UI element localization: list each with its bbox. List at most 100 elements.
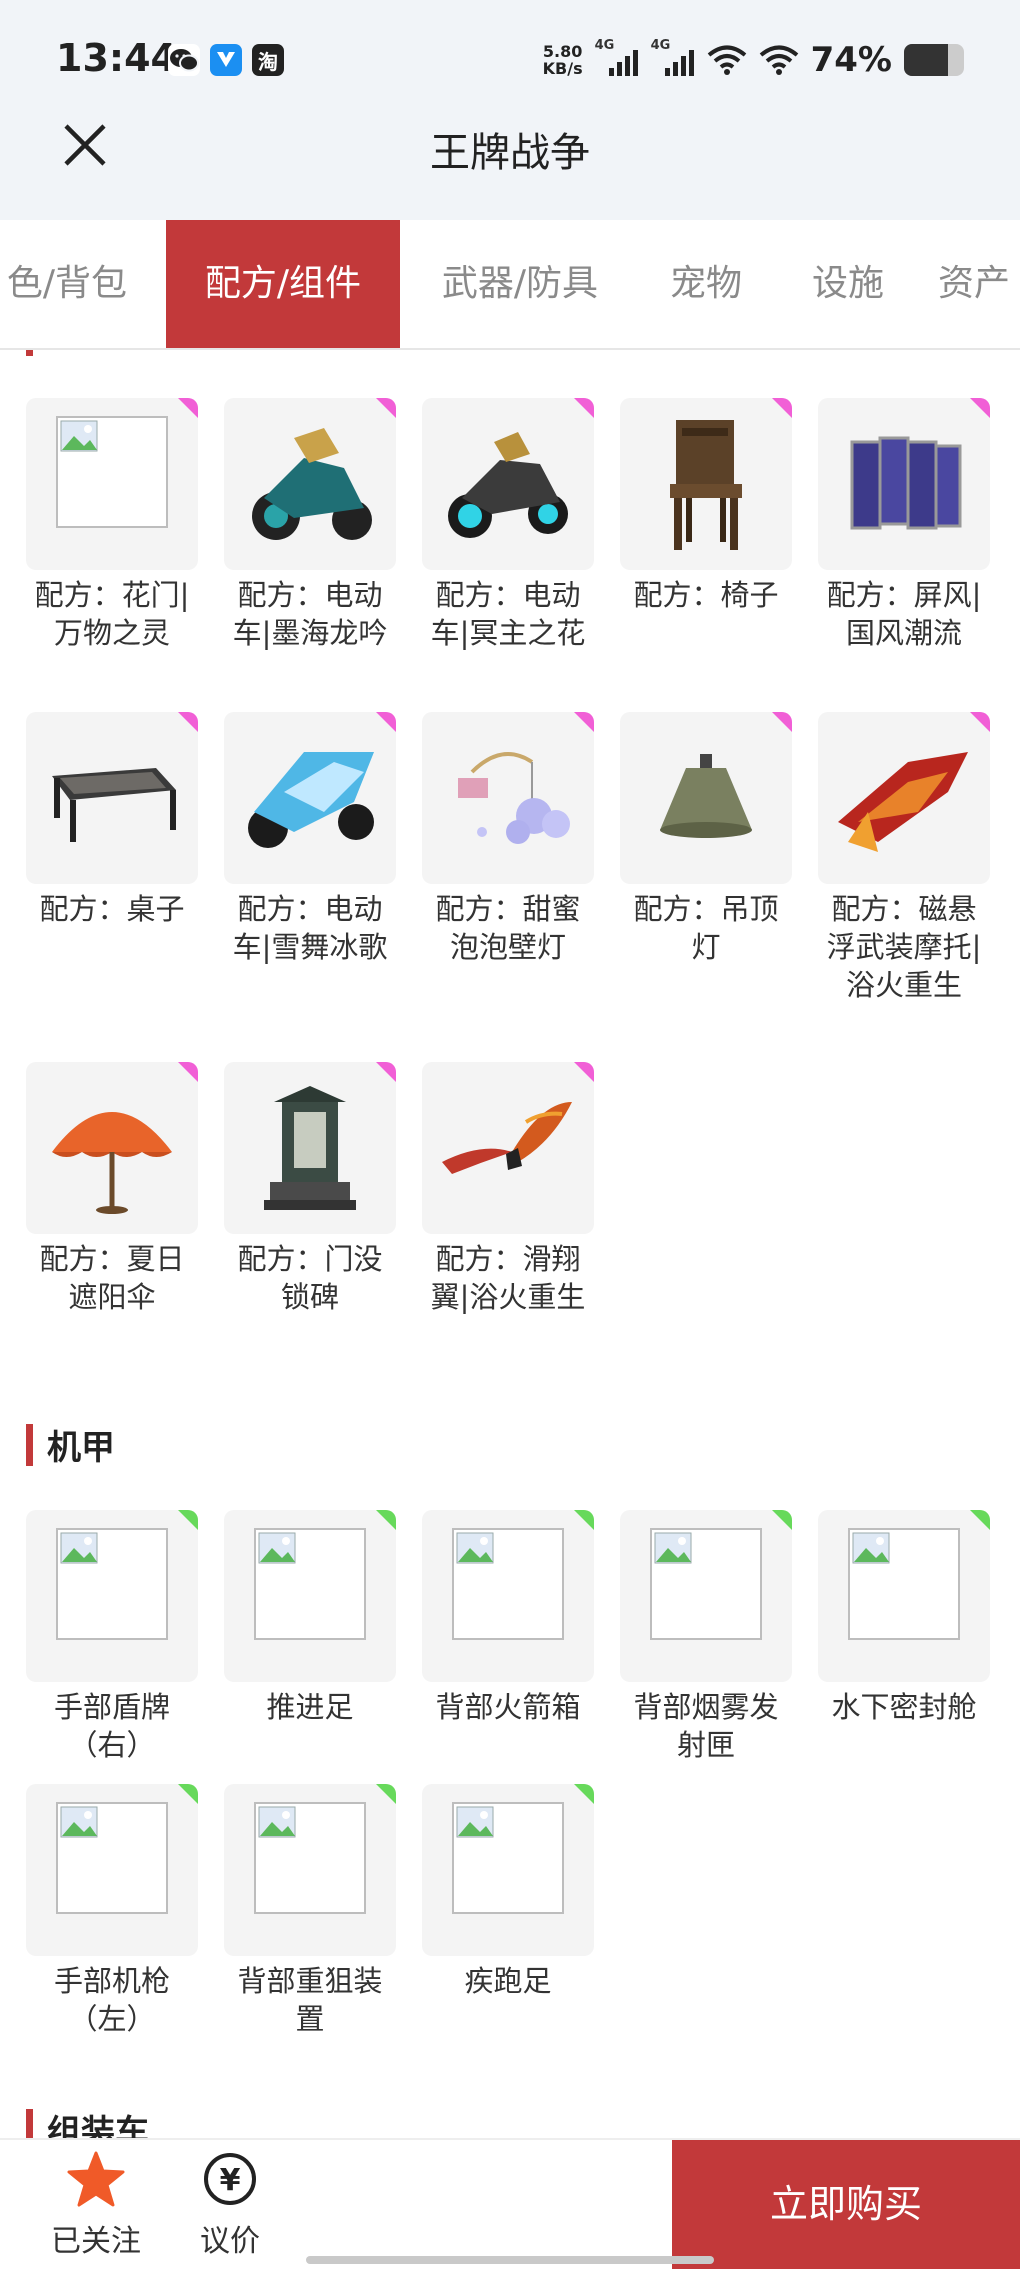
list-item[interactable]: 配方：桌子 xyxy=(26,712,198,928)
page-title: 王牌战争 xyxy=(430,130,590,176)
wifi-icon xyxy=(707,45,746,75)
bottom-action-bar: 已关注 ¥ 议价 立即购买 xyxy=(0,2138,1020,2269)
list-item[interactable]: 配方：花门|万物之灵 xyxy=(26,398,198,652)
star-icon xyxy=(67,2151,125,2207)
list-item[interactable]: 疾跑足 xyxy=(422,1784,594,2000)
item-label: 手部盾牌（右） xyxy=(53,1690,170,1762)
motorcycle-icon xyxy=(248,752,374,848)
item-thumbnail xyxy=(26,712,198,884)
glider-icon xyxy=(442,1102,572,1174)
item-thumbnail xyxy=(224,1784,396,1956)
bargain-button[interactable]: ¥ 议价 xyxy=(170,2150,290,2260)
bubble-lamp-icon xyxy=(458,752,570,844)
item-label: 配方：电动车|冥主之花 xyxy=(430,578,586,650)
list-item[interactable]: 配方：吊顶灯 xyxy=(620,712,792,966)
image-placeholder-icon xyxy=(452,1528,564,1640)
list-item[interactable]: 配方：甜蜜泡泡壁灯 xyxy=(422,712,594,966)
section-title: 机甲 xyxy=(47,1428,115,1468)
home-indicator xyxy=(306,2256,714,2264)
list-item[interactable]: 配方：屏风|国风潮流 xyxy=(818,398,990,652)
battery-percentage: 74% xyxy=(810,40,892,80)
item-thumbnail xyxy=(224,1062,396,1234)
list-item[interactable]: 配方：夏日遮阳伞 xyxy=(26,1062,198,1316)
tab-pets[interactable]: 宠物 xyxy=(650,220,762,348)
image-placeholder-icon xyxy=(452,1802,564,1914)
section-header-assembly: 组装车 xyxy=(26,2105,149,2140)
item-thumbnail xyxy=(422,398,594,570)
tab-facilities[interactable]: 设施 xyxy=(792,220,904,348)
app-icon xyxy=(210,44,242,76)
item-thumbnail xyxy=(26,398,198,570)
list-item[interactable]: 配方：椅子 xyxy=(620,398,792,614)
item-label: 推进足 xyxy=(266,1690,354,1724)
section-marker xyxy=(26,350,33,356)
image-placeholder-icon xyxy=(254,1528,366,1640)
list-item[interactable]: 推进足 xyxy=(224,1510,396,1726)
list-item[interactable]: 配方：电动车|雪舞冰歌 xyxy=(224,712,396,966)
notification-icons: 淘 xyxy=(168,44,284,76)
list-item[interactable]: 配方：磁悬浮武装摩托|浴火重生 xyxy=(818,712,990,1004)
item-label: 配方：电动车|雪舞冰歌 xyxy=(232,892,388,964)
category-tabs: 色/背包 配方/组件 武器/防具 宠物 设施 资产 xyxy=(0,220,1020,350)
item-label: 配方：桌子 xyxy=(39,892,185,926)
buy-now-button[interactable]: 立即购买 xyxy=(672,2140,1020,2269)
item-label: 背部烟雾发射匣 xyxy=(633,1690,779,1762)
item-thumbnail xyxy=(26,1784,198,1956)
hover-bike-icon xyxy=(838,752,968,852)
item-thumbnail xyxy=(26,1510,198,1682)
yuan-icon: ¥ xyxy=(204,2153,256,2205)
item-label: 配方：椅子 xyxy=(633,578,779,612)
item-label: 水下密封舱 xyxy=(831,1690,977,1724)
list-item[interactable]: 配方：门没锁碑 xyxy=(224,1062,396,1316)
item-thumbnail xyxy=(422,712,594,884)
item-thumbnail xyxy=(620,398,792,570)
item-thumbnail xyxy=(422,1062,594,1234)
image-placeholder-icon xyxy=(650,1528,762,1640)
item-label: 背部火箭箱 xyxy=(435,1690,581,1724)
tab-weapons-armor[interactable]: 武器/防具 xyxy=(420,220,620,348)
item-label: 疾跑足 xyxy=(464,1964,552,1998)
chair-icon xyxy=(670,420,742,550)
item-thumbnail xyxy=(224,398,396,570)
image-placeholder-icon xyxy=(56,416,168,528)
bargain-label: 议价 xyxy=(200,2224,260,2259)
follow-button[interactable]: 已关注 xyxy=(36,2150,156,2260)
battery-fill xyxy=(904,44,949,76)
tab-bag[interactable]: 色/背包 xyxy=(0,220,142,348)
item-thumbnail xyxy=(422,1784,594,1956)
list-item[interactable]: 背部烟雾发射匣 xyxy=(620,1510,792,1764)
item-label: 配方：甜蜜泡泡壁灯 xyxy=(435,892,581,964)
item-label: 配方：门没锁碑 xyxy=(237,1242,383,1314)
section-header-mecha: 机甲 xyxy=(26,1420,115,1469)
item-thumbnail xyxy=(818,398,990,570)
wifi-icon xyxy=(759,45,798,75)
network-speed: 5.80 KB/s xyxy=(542,42,583,78)
image-placeholder-icon xyxy=(56,1528,168,1640)
table-icon xyxy=(52,768,176,842)
list-item[interactable]: 配方：电动车|冥主之花 xyxy=(422,398,594,652)
ceiling-lamp-icon xyxy=(660,754,752,838)
signal-icon: 4G xyxy=(595,38,639,76)
tab-recipe-components[interactable]: 配方/组件 xyxy=(166,220,400,348)
item-label: 配方：花门|万物之灵 xyxy=(34,578,190,650)
system-icons: 5.80 KB/s 4G 4G 74% xyxy=(542,38,964,80)
list-item[interactable]: 背部重狙装置 xyxy=(224,1784,396,2038)
item-label: 配方：磁悬浮武装摩托|浴火重生 xyxy=(826,892,982,1002)
item-thumbnail xyxy=(818,712,990,884)
item-thumbnail xyxy=(224,1510,396,1682)
tab-assets[interactable]: 资产 xyxy=(938,220,1020,348)
section-title: 组装车 xyxy=(47,2113,149,2140)
list-item[interactable]: 手部机枪（左） xyxy=(26,1784,198,2038)
status-bar: 13:44 淘 5.80 KB/s 4G 4G 74% xyxy=(0,0,1020,125)
list-item[interactable]: 配方：电动车|墨海龙吟 xyxy=(224,398,396,652)
list-item[interactable]: 水下密封舱 xyxy=(818,1510,990,1726)
nav-bar: 王牌战争 xyxy=(0,110,1020,220)
follow-label: 已关注 xyxy=(51,2224,141,2259)
wechat-icon xyxy=(168,44,200,76)
list-item[interactable]: 配方：滑翔翼|浴火重生 xyxy=(422,1062,594,1316)
motorcycle-icon xyxy=(252,428,372,540)
list-item[interactable]: 背部火箭箱 xyxy=(422,1510,594,1726)
list-item[interactable]: 手部盾牌（右） xyxy=(26,1510,198,1764)
section-marker xyxy=(26,1423,33,1466)
motorcycle-icon xyxy=(448,432,568,538)
